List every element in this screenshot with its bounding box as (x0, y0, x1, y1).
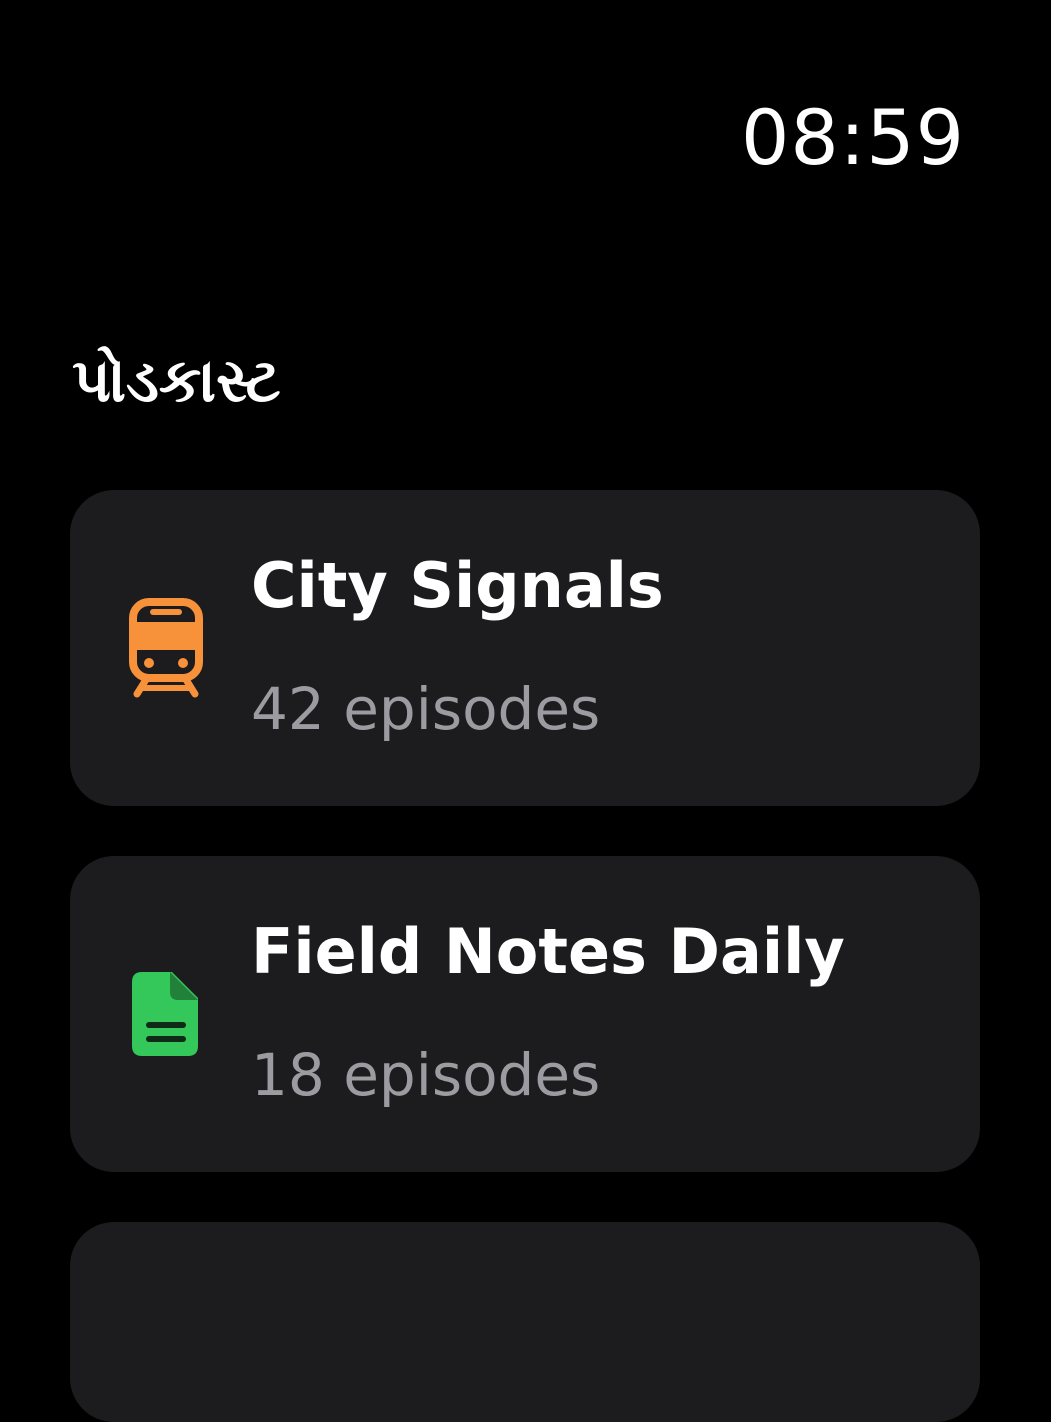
podcast-episode-count: 42 episodes (251, 675, 601, 743)
podcast-card-partial[interactable] (70, 1222, 980, 1422)
status-time: 08:59 (740, 93, 965, 182)
podcast-title: City Signals (251, 549, 664, 622)
page-title: પોડકાસ્ટ (72, 346, 281, 416)
train-icon (126, 598, 206, 698)
document-icon (126, 964, 206, 1064)
podcast-list: City Signals 42 episodes Field Notes Dai… (70, 490, 980, 1422)
podcast-title: Field Notes Daily (251, 915, 845, 988)
podcast-card-city-signals[interactable]: City Signals 42 episodes (70, 490, 980, 806)
podcast-card-field-notes-daily[interactable]: Field Notes Daily 18 episodes (70, 856, 980, 1172)
podcast-episode-count: 18 episodes (251, 1041, 601, 1109)
